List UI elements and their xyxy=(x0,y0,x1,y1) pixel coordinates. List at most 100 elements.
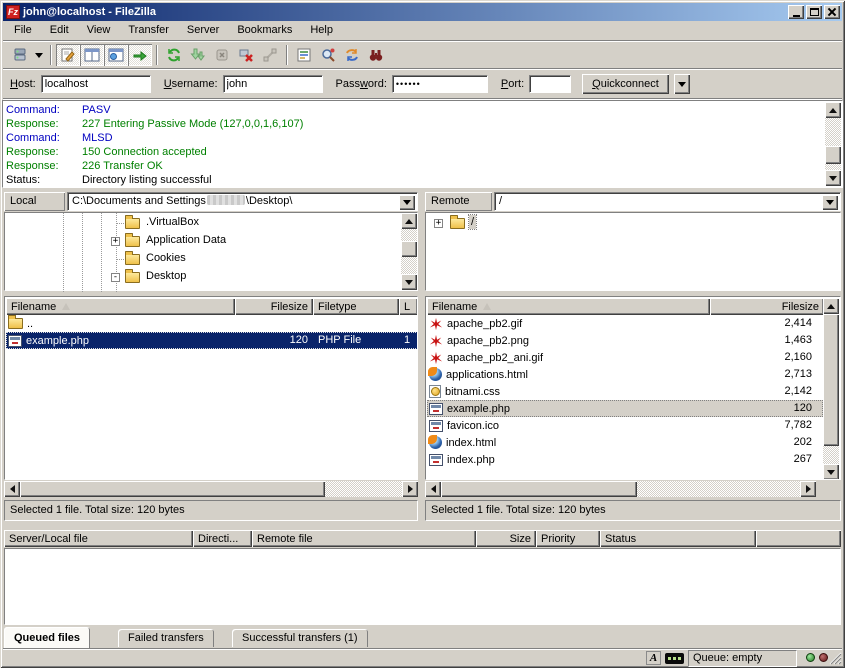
menu-bookmarks[interactable]: Bookmarks xyxy=(228,21,301,40)
tree-item-virtualbox[interactable]: .VirtualBox xyxy=(144,215,201,229)
scroll-up-button[interactable] xyxy=(823,298,839,314)
message-log-icon xyxy=(60,47,76,63)
site-manager-button[interactable] xyxy=(8,44,32,66)
remote-column-filename[interactable]: Filename xyxy=(427,298,710,315)
maximize-icon xyxy=(810,8,819,16)
local-tree-toggle-button[interactable] xyxy=(80,44,104,66)
directory-comparison-button[interactable] xyxy=(316,44,340,66)
password-input[interactable] xyxy=(392,75,488,93)
queue-column-direction[interactable]: Directi... xyxy=(193,530,252,547)
scroll-down-button[interactable] xyxy=(401,274,417,290)
file-row[interactable]: index.html 202 xyxy=(427,434,823,451)
scroll-thumb[interactable] xyxy=(401,241,417,257)
file-row[interactable]: bitnami.css 2,142 xyxy=(427,383,823,400)
local-column-filetype[interactable]: Filetype xyxy=(313,298,399,315)
process-queue-button[interactable] xyxy=(186,44,210,66)
local-column-filesize[interactable]: Filesize xyxy=(235,298,313,315)
scroll-thumb[interactable] xyxy=(825,146,841,164)
remote-site-dropdown-button[interactable] xyxy=(822,195,838,210)
folder-icon xyxy=(125,254,140,265)
scroll-right-button[interactable] xyxy=(402,481,418,497)
file-row[interactable]: applications.html 2,713 xyxy=(427,366,823,383)
quickconnect-bar: Host: Username: Password: Port: Quickcon… xyxy=(3,70,842,98)
menu-file[interactable]: File xyxy=(5,21,41,40)
file-row[interactable]: favicon.ico 7,782 xyxy=(427,417,823,434)
file-name: example.php xyxy=(26,335,89,347)
maximize-button[interactable] xyxy=(806,5,822,19)
menu-server[interactable]: Server xyxy=(178,21,228,40)
local-site-combo[interactable]: C:\Documents and Settings\Desktop\ xyxy=(67,192,418,211)
scroll-thumb[interactable] xyxy=(823,314,839,446)
remote-site-label: Remote site: xyxy=(425,192,492,211)
queue-column-priority[interactable]: Priority xyxy=(536,530,600,547)
reconnect-button[interactable] xyxy=(258,44,282,66)
scroll-left-button[interactable] xyxy=(4,481,20,497)
minimize-button[interactable] xyxy=(788,5,804,19)
remote-column-filesize[interactable]: Filesize xyxy=(710,298,824,315)
synchronized-browsing-button[interactable] xyxy=(340,44,364,66)
speed-limit-icon[interactable] xyxy=(665,653,684,664)
scroll-right-button[interactable] xyxy=(800,481,816,497)
file-row-parent-dir[interactable]: .. xyxy=(6,315,417,332)
menu-view[interactable]: View xyxy=(78,21,120,40)
message-log-toggle-button[interactable] xyxy=(56,44,80,66)
tab-failed-transfers[interactable]: Failed transfers xyxy=(118,629,214,647)
remote-tree-toggle-button[interactable] xyxy=(104,44,128,66)
quickconnect-button[interactable]: Quickconnect xyxy=(582,74,669,94)
scroll-thumb[interactable] xyxy=(20,481,325,497)
file-row[interactable]: index.php 267 xyxy=(427,451,823,468)
scroll-thumb[interactable] xyxy=(441,481,637,497)
file-row[interactable]: apache_pb2.gif 2,414 xyxy=(427,315,823,332)
close-button[interactable] xyxy=(824,5,840,19)
html-file-icon xyxy=(429,436,442,449)
local-column-filename[interactable]: Filename xyxy=(6,298,235,315)
file-row[interactable]: apache_pb2_ani.gif 2,160 xyxy=(427,349,823,366)
minimize-icon xyxy=(793,15,800,17)
tree-expander[interactable]: + xyxy=(434,219,443,228)
refresh-button[interactable] xyxy=(162,44,186,66)
cancel-operation-button[interactable] xyxy=(210,44,234,66)
tree-item-desktop[interactable]: Desktop xyxy=(144,269,188,283)
host-input[interactable] xyxy=(41,75,151,93)
queue-toggle-button[interactable] xyxy=(128,44,152,66)
file-name: apache_pb2.png xyxy=(447,335,529,347)
tab-successful-transfers[interactable]: Successful transfers (1) xyxy=(232,629,368,647)
disconnect-button[interactable] xyxy=(234,44,258,66)
remote-site-combo[interactable]: / xyxy=(494,192,841,211)
file-row-example-php[interactable]: example.php 120 PHP File 1 xyxy=(6,332,418,349)
scroll-down-button[interactable] xyxy=(825,170,841,186)
file-size: 1,463 xyxy=(717,332,812,349)
scroll-up-button[interactable] xyxy=(825,102,841,118)
queue-column-remote-file[interactable]: Remote file xyxy=(252,530,476,547)
sort-ascending-icon xyxy=(62,303,70,310)
local-site-dropdown-button[interactable] xyxy=(399,195,415,210)
local-column-last-modified[interactable]: L xyxy=(399,298,418,315)
tree-item-application-data[interactable]: Application Data xyxy=(144,233,228,247)
file-row-selected[interactable]: example.php 120 xyxy=(427,400,823,417)
arrow-left-icon xyxy=(10,485,15,493)
queue-column-server-local-file[interactable]: Server/Local file xyxy=(4,530,193,547)
menu-transfer[interactable]: Transfer xyxy=(119,21,178,40)
ascii-data-type-icon[interactable]: A xyxy=(646,651,661,665)
tree-item-cookies[interactable]: Cookies xyxy=(144,251,188,265)
resize-grip[interactable] xyxy=(828,651,842,665)
find-files-button[interactable] xyxy=(364,44,388,66)
directory-listing-filters-button[interactable] xyxy=(292,44,316,66)
menu-help[interactable]: Help xyxy=(301,21,342,40)
tree-expander[interactable]: + xyxy=(111,237,120,246)
scroll-up-button[interactable] xyxy=(401,213,417,229)
file-row[interactable]: apache_pb2.png 1,463 xyxy=(427,332,823,349)
queue-column-size[interactable]: Size xyxy=(476,530,536,547)
menu-edit[interactable]: Edit xyxy=(41,21,78,40)
scroll-left-button[interactable] xyxy=(425,481,441,497)
queue-column-status[interactable]: Status xyxy=(600,530,756,547)
tree-item-root[interactable]: / xyxy=(469,215,476,229)
username-input[interactable] xyxy=(223,75,323,93)
quickconnect-dropdown-button[interactable] xyxy=(674,74,690,94)
folder-icon xyxy=(450,218,465,229)
tree-expander[interactable]: - xyxy=(111,273,120,282)
site-manager-dropdown-button[interactable] xyxy=(32,44,46,66)
tab-queued-files[interactable]: Queued files xyxy=(4,627,90,648)
port-input[interactable] xyxy=(529,75,571,93)
scroll-down-button[interactable] xyxy=(823,464,839,480)
